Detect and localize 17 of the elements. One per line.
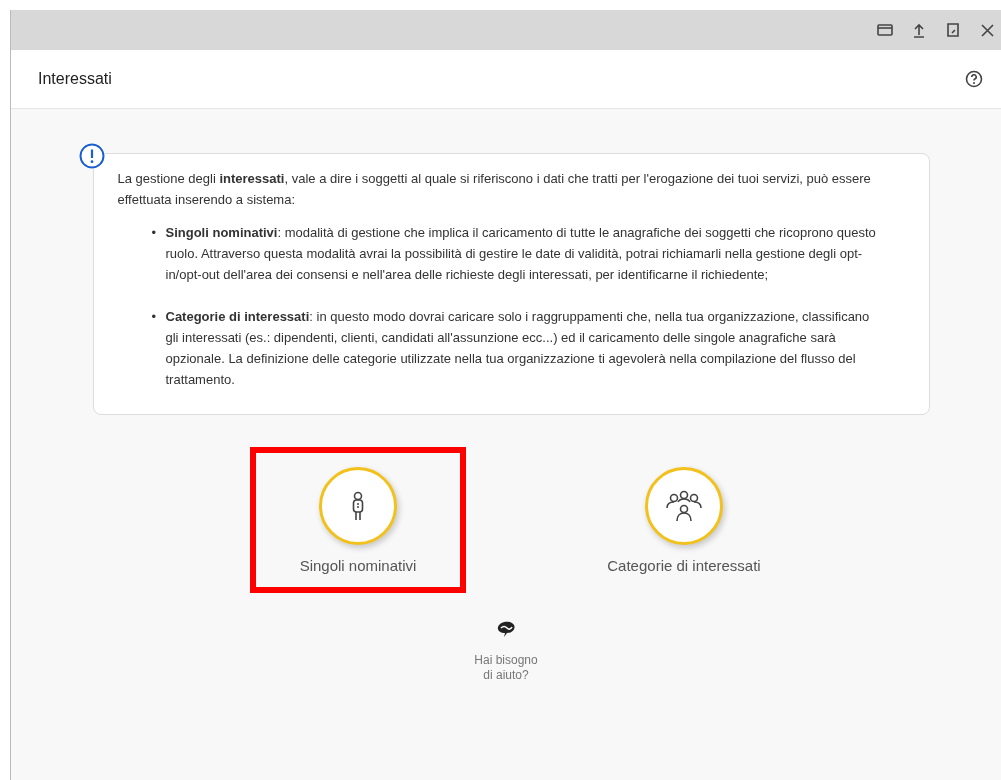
info-list-item: Categorie di interessati: in questo modo dovrai caricare solo i raggruppamenti che, nella tua organizzazione, classificano gli interessati (es.: dipendenti, clienti, candidati all'assunzione ecc...) ed il caricamento delle singole anagrafiche sarà opzionale. La definizione delle categorie utilizzate nella tua organizzazione ti agevolerà nella compilazione del flusso del trattamento.	[165, 308, 871, 389]
intro-text: La gestione degli interessati, vale a dire i soggetti al quale si riferiscono i dati che tratti per l'erogazione dei tuoi servizi, può essere effettuata inserendo a sistema:	[117, 170, 872, 209]
close-icon	[980, 23, 994, 37]
window-icon	[877, 24, 893, 36]
bullet-mark: •	[151, 224, 158, 242]
option-button[interactable]: Categorie di interessati	[576, 447, 792, 593]
bullet-mark: •	[151, 308, 158, 326]
option-button[interactable]: Singoli nominativi	[250, 447, 466, 593]
document-icon	[947, 23, 959, 37]
chat-logo-icon	[495, 619, 517, 639]
info-list-item: Singoli nominativi: modalità di gestione che implica il caricamento di tutte le anagrafiche dei soggetti che ricoprono questo ruolo. Attraverso questa modalità avrai la possibilità di gestire le date di validità, potrai richiamarli nella gestione degli opt-in/opt-out dell'area dei consensi e nell'area delle richieste degli interessati, per identificarne il richiedente;	[165, 224, 877, 284]
upload-icon	[913, 22, 925, 38]
person-icon	[351, 490, 365, 521]
help-link[interactable]: Hai bisogno di aiuto?	[471, 619, 541, 683]
group-icon	[665, 489, 703, 522]
page-title: Interessati	[38, 70, 112, 88]
help-icon[interactable]	[965, 70, 983, 88]
